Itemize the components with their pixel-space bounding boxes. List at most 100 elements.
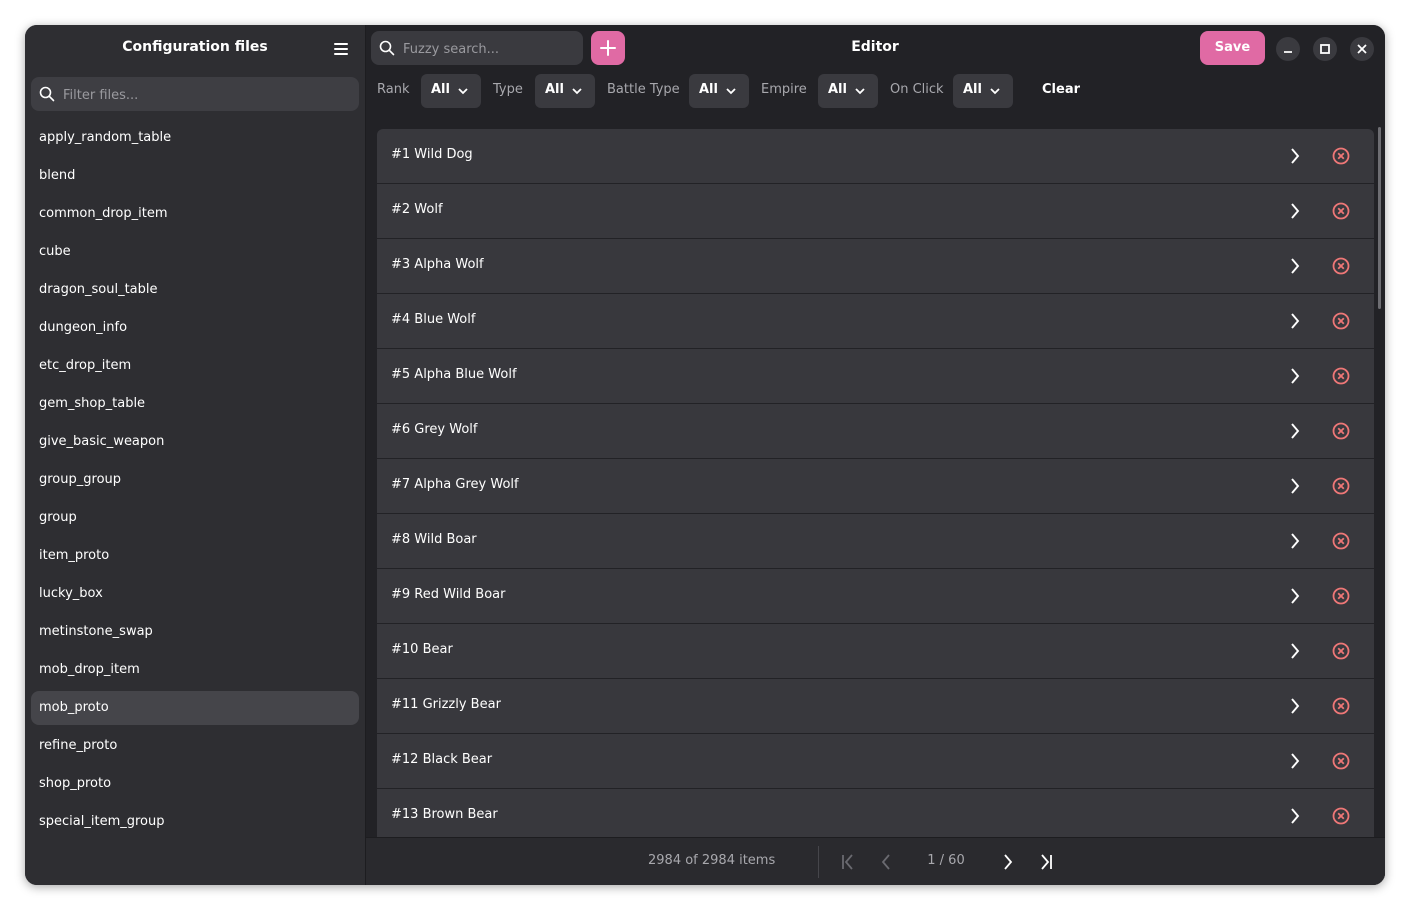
- chevron-right-icon[interactable]: [1283, 694, 1307, 718]
- file-filter: [31, 77, 359, 113]
- chevron-right-icon[interactable]: [1283, 364, 1307, 388]
- table-row[interactable]: #11 Grizzly Bear: [377, 679, 1374, 733]
- file-item[interactable]: mob_drop_item: [31, 653, 359, 687]
- close-circle-icon[interactable]: [1331, 586, 1351, 606]
- clear-filters-button[interactable]: Clear: [1042, 82, 1080, 97]
- pagination-bar: 2984 of 2984 items 1 / 60: [366, 837, 1385, 885]
- close-circle-icon[interactable]: [1331, 531, 1351, 551]
- table-row[interactable]: #1 Wild Dog: [377, 129, 1374, 183]
- chevron-right-icon[interactable]: [1283, 199, 1307, 223]
- close-circle-icon[interactable]: [1331, 806, 1351, 826]
- row-label: #1 Wild Dog: [391, 147, 473, 162]
- battle-type-value: All: [699, 82, 718, 97]
- file-item[interactable]: lucky_box: [31, 577, 359, 611]
- close-icon: [1357, 44, 1367, 54]
- row-label: #8 Wild Boar: [391, 532, 477, 547]
- on-click-dropdown[interactable]: All: [953, 74, 1013, 108]
- file-item[interactable]: group: [31, 501, 359, 535]
- chevron-right-icon[interactable]: [1283, 584, 1307, 608]
- file-item[interactable]: blend: [31, 159, 359, 193]
- empire-dropdown[interactable]: All: [818, 74, 878, 108]
- last-page-icon[interactable]: [1034, 850, 1058, 874]
- list-scrollbar[interactable]: [1378, 127, 1381, 309]
- chevron-right-icon[interactable]: [1283, 144, 1307, 168]
- close-circle-icon[interactable]: [1331, 256, 1351, 276]
- footer-divider: [818, 846, 819, 878]
- table-row[interactable]: #6 Grey Wolf: [377, 404, 1374, 458]
- file-item[interactable]: refine_proto: [31, 729, 359, 763]
- fuzzy-search-input[interactable]: [401, 31, 580, 67]
- chevron-right-icon[interactable]: [1283, 419, 1307, 443]
- chevron-right-icon[interactable]: [1283, 639, 1307, 663]
- row-label: #7 Alpha Grey Wolf: [391, 477, 519, 492]
- table-row[interactable]: #4 Blue Wolf: [377, 294, 1374, 348]
- item-count: 2984 of 2984 items: [648, 853, 776, 868]
- table-row[interactable]: #2 Wolf: [377, 184, 1374, 238]
- file-item[interactable]: apply_random_table: [31, 121, 359, 155]
- table-row[interactable]: #5 Alpha Blue Wolf: [377, 349, 1374, 403]
- rank-dropdown[interactable]: All: [421, 74, 481, 108]
- next-page-icon[interactable]: [996, 850, 1020, 874]
- add-item-button[interactable]: [591, 31, 625, 65]
- chevron-right-icon[interactable]: [1283, 804, 1307, 828]
- battle-type-label: Battle Type: [607, 82, 680, 97]
- table-row[interactable]: #7 Alpha Grey Wolf: [377, 459, 1374, 513]
- file-item[interactable]: give_basic_weapon: [31, 425, 359, 459]
- file-item[interactable]: etc_drop_item: [31, 349, 359, 383]
- editor-title: Editor: [851, 39, 899, 55]
- table-row[interactable]: #3 Alpha Wolf: [377, 239, 1374, 293]
- rank-value: All: [431, 82, 450, 97]
- row-label: #11 Grizzly Bear: [391, 697, 501, 712]
- close-circle-icon[interactable]: [1331, 146, 1351, 166]
- table-row[interactable]: #10 Bear: [377, 624, 1374, 678]
- page-indicator: 1 / 60: [927, 853, 965, 868]
- chevron-down-icon: [458, 88, 468, 95]
- close-circle-icon[interactable]: [1331, 311, 1351, 331]
- close-circle-icon[interactable]: [1331, 476, 1351, 496]
- file-item[interactable]: dungeon_info: [31, 311, 359, 345]
- close-button[interactable]: [1350, 37, 1374, 61]
- hamburger-icon[interactable]: [330, 38, 352, 60]
- row-label: #4 Blue Wolf: [391, 312, 476, 327]
- first-page-icon[interactable]: [836, 850, 860, 874]
- prev-page-icon[interactable]: [874, 850, 898, 874]
- minimize-button[interactable]: [1276, 37, 1300, 61]
- chevron-right-icon[interactable]: [1283, 254, 1307, 278]
- close-circle-icon[interactable]: [1331, 751, 1351, 771]
- close-circle-icon[interactable]: [1331, 366, 1351, 386]
- chevron-down-icon: [855, 88, 865, 95]
- close-circle-icon[interactable]: [1331, 421, 1351, 441]
- file-item[interactable]: shop_proto: [31, 767, 359, 801]
- close-circle-icon[interactable]: [1331, 641, 1351, 661]
- search-icon: [379, 40, 395, 56]
- row-label: #5 Alpha Blue Wolf: [391, 367, 517, 382]
- close-circle-icon[interactable]: [1331, 201, 1351, 221]
- close-circle-icon[interactable]: [1331, 696, 1351, 716]
- file-item[interactable]: gem_shop_table: [31, 387, 359, 421]
- table-row[interactable]: #12 Black Bear: [377, 734, 1374, 788]
- table-row[interactable]: #8 Wild Boar: [377, 514, 1374, 568]
- filter-files-input[interactable]: [61, 77, 355, 113]
- file-item[interactable]: item_proto: [31, 539, 359, 573]
- file-item[interactable]: metinstone_swap: [31, 615, 359, 649]
- row-label: #3 Alpha Wolf: [391, 257, 484, 272]
- item-list: #1 Wild Dog #2 Wolf #3 Alpha Wolf #4 Blue W…: [377, 129, 1374, 837]
- table-row[interactable]: #9 Red Wild Boar: [377, 569, 1374, 623]
- battle-type-dropdown[interactable]: All: [689, 74, 749, 108]
- filter-bar: Rank All Type All Battle Type All Empire…: [366, 74, 1385, 108]
- file-item[interactable]: dragon_soul_table: [31, 273, 359, 307]
- chevron-right-icon[interactable]: [1283, 529, 1307, 553]
- type-dropdown[interactable]: All: [535, 74, 595, 108]
- file-item[interactable]: special_item_group: [31, 805, 359, 839]
- chevron-right-icon[interactable]: [1283, 749, 1307, 773]
- file-item[interactable]: mob_proto: [31, 691, 359, 725]
- row-label: #13 Brown Bear: [391, 807, 498, 822]
- file-item[interactable]: common_drop_item: [31, 197, 359, 231]
- file-item[interactable]: cube: [31, 235, 359, 269]
- table-row[interactable]: #13 Brown Bear: [377, 789, 1374, 837]
- chevron-right-icon[interactable]: [1283, 309, 1307, 333]
- file-item[interactable]: group_group: [31, 463, 359, 497]
- maximize-button[interactable]: [1313, 37, 1337, 61]
- save-button[interactable]: Save: [1200, 31, 1265, 65]
- chevron-right-icon[interactable]: [1283, 474, 1307, 498]
